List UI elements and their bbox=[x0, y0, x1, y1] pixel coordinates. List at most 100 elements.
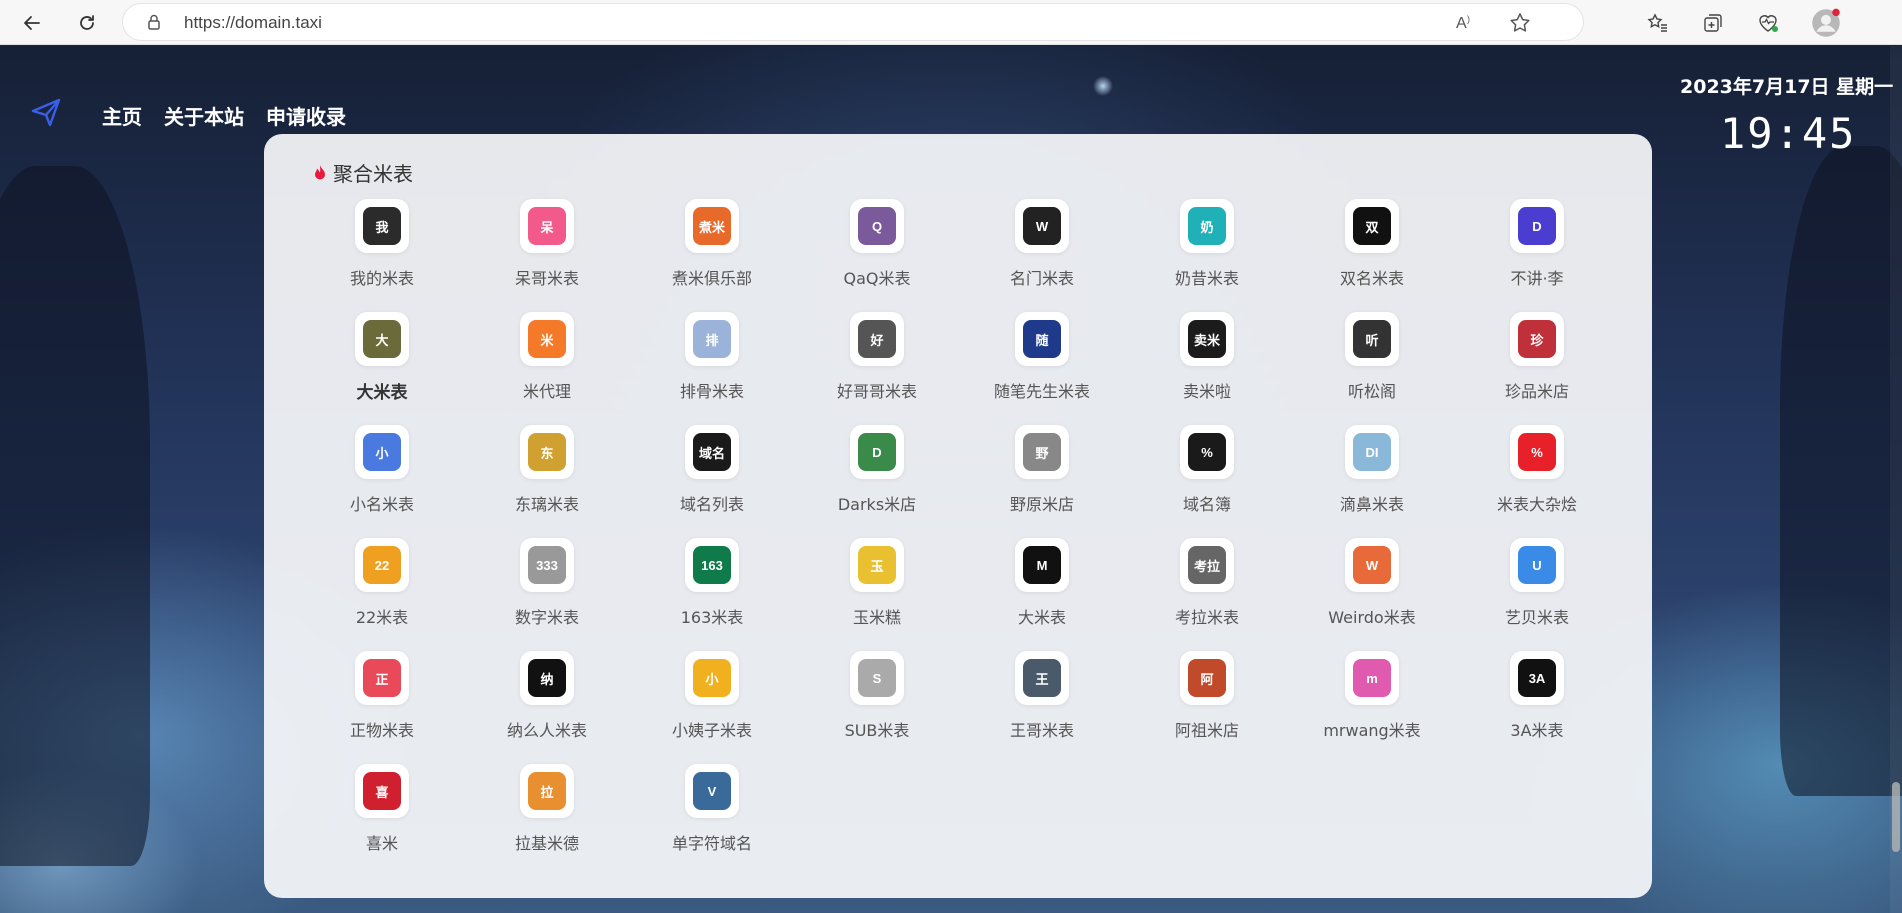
site-logo-icon[interactable]: 呆 bbox=[520, 199, 574, 253]
site-item[interactable]: 纳纳么人米表 bbox=[472, 651, 622, 741]
site-name[interactable]: Weirdo米表 bbox=[1328, 604, 1415, 628]
site-name[interactable]: SUB米表 bbox=[845, 717, 910, 741]
site-logo-icon[interactable]: 阿 bbox=[1180, 651, 1234, 705]
site-name[interactable]: 拉基米德 bbox=[515, 830, 579, 854]
site-name[interactable]: 22米表 bbox=[356, 604, 408, 628]
nav-about-link[interactable]: 关于本站 bbox=[164, 101, 244, 130]
site-name[interactable]: 域名列表 bbox=[680, 491, 744, 515]
site-item[interactable]: % 域名簿 bbox=[1132, 425, 1282, 515]
site-logo-icon[interactable]: W bbox=[1015, 199, 1069, 253]
site-logo-icon[interactable]: 米 bbox=[520, 312, 574, 366]
favorite-star-icon[interactable] bbox=[1508, 11, 1532, 35]
site-item[interactable]: V 单字符域名 bbox=[637, 764, 787, 854]
site-name[interactable]: 大米表 bbox=[1018, 604, 1066, 628]
site-item[interactable]: 玉玉米糕 bbox=[802, 538, 952, 628]
site-item[interactable]: 排排骨米表 bbox=[637, 312, 787, 402]
url-text[interactable]: https://domain.taxi bbox=[184, 13, 322, 33]
site-name[interactable]: 煮米俱乐部 bbox=[672, 265, 752, 289]
site-item[interactable]: 22 22米表 bbox=[307, 538, 457, 628]
site-item[interactable]: 3A 3A米表 bbox=[1462, 651, 1612, 741]
site-logo-icon[interactable]: 随 bbox=[1015, 312, 1069, 366]
nav-home-link[interactable]: 主页 bbox=[102, 101, 142, 130]
site-item[interactable]: 163 163米表 bbox=[637, 538, 787, 628]
site-name[interactable]: 东璃米表 bbox=[515, 491, 579, 515]
site-logo-icon[interactable]: 玉 bbox=[850, 538, 904, 592]
site-item[interactable]: 域名 域名列表 bbox=[637, 425, 787, 515]
site-name[interactable]: 好哥哥米表 bbox=[837, 378, 917, 402]
site-item[interactable]: 正正物米表 bbox=[307, 651, 457, 741]
site-item[interactable]: 阿阿祖米店 bbox=[1132, 651, 1282, 741]
site-item[interactable]: 拉拉基米德 bbox=[472, 764, 622, 854]
site-item[interactable]: 呆呆哥米表 bbox=[472, 199, 622, 289]
browser-essentials-button[interactable] bbox=[1752, 7, 1784, 39]
read-aloud-icon[interactable]: A) bbox=[1455, 10, 1481, 34]
site-logo-icon[interactable]: V bbox=[685, 764, 739, 818]
site-logo-icon[interactable]: Q bbox=[850, 199, 904, 253]
site-name[interactable]: 玉米糕 bbox=[853, 604, 901, 628]
site-logo-icon[interactable]: 拉 bbox=[520, 764, 574, 818]
site-logo-icon[interactable]: 珍 bbox=[1510, 312, 1564, 366]
site-item[interactable]: 考拉 考拉米表 bbox=[1132, 538, 1282, 628]
site-item[interactable]: S SUB米表 bbox=[802, 651, 952, 741]
site-item[interactable]: 我我的米表 bbox=[307, 199, 457, 289]
site-item[interactable]: m mrwang米表 bbox=[1297, 651, 1447, 741]
site-item[interactable]: 双双名米表 bbox=[1297, 199, 1447, 289]
site-item[interactable]: 米米代理 bbox=[472, 312, 622, 402]
lock-icon[interactable] bbox=[145, 13, 163, 31]
site-name[interactable]: 数字米表 bbox=[515, 604, 579, 628]
site-name[interactable]: 163米表 bbox=[681, 604, 744, 628]
profile-button[interactable] bbox=[1810, 7, 1842, 39]
site-item[interactable]: DI 滴鼻米表 bbox=[1297, 425, 1447, 515]
site-name[interactable]: 米代理 bbox=[523, 378, 571, 402]
site-name[interactable]: 双名米表 bbox=[1340, 265, 1404, 289]
site-name[interactable]: 我的米表 bbox=[350, 265, 414, 289]
site-logo-icon[interactable]: W bbox=[1345, 538, 1399, 592]
site-item[interactable]: U 艺贝米表 bbox=[1462, 538, 1612, 628]
site-item[interactable]: D Darks米店 bbox=[802, 425, 952, 515]
site-name[interactable]: 大米表 bbox=[357, 378, 408, 403]
site-name[interactable]: 小姨子米表 bbox=[672, 717, 752, 741]
address-bar[interactable]: https://domain.taxi A) bbox=[123, 4, 1583, 40]
site-name[interactable]: 阿祖米店 bbox=[1175, 717, 1239, 741]
site-logo-icon[interactable]: 排 bbox=[685, 312, 739, 366]
site-logo-icon[interactable]: % bbox=[1180, 425, 1234, 479]
site-name[interactable]: 珍品米店 bbox=[1505, 378, 1569, 402]
site-item[interactable]: 煮米 煮米俱乐部 bbox=[637, 199, 787, 289]
site-item[interactable]: 王王哥米表 bbox=[967, 651, 1117, 741]
site-logo-icon[interactable]: 王 bbox=[1015, 651, 1069, 705]
site-item[interactable]: 333 数字米表 bbox=[472, 538, 622, 628]
site-name[interactable]: QaQ米表 bbox=[844, 265, 911, 289]
site-logo-icon[interactable]: 喜 bbox=[355, 764, 409, 818]
site-item[interactable]: 听听松阁 bbox=[1297, 312, 1447, 402]
collections-button[interactable] bbox=[1697, 7, 1729, 39]
site-name[interactable]: 纳么人米表 bbox=[507, 717, 587, 741]
site-item[interactable]: Q QaQ米表 bbox=[802, 199, 952, 289]
site-logo-icon[interactable]: 333 bbox=[520, 538, 574, 592]
site-item[interactable]: 珍珍品米店 bbox=[1462, 312, 1612, 402]
site-logo-icon[interactable]: 双 bbox=[1345, 199, 1399, 253]
site-name[interactable]: 听松阁 bbox=[1348, 378, 1396, 402]
scrollbar-thumb[interactable] bbox=[1892, 782, 1900, 852]
site-logo-icon[interactable]: 22 bbox=[355, 538, 409, 592]
site-name[interactable]: 卖米啦 bbox=[1183, 378, 1231, 402]
site-item[interactable]: D 不讲·李 bbox=[1462, 199, 1612, 289]
site-logo-icon[interactable]: S bbox=[850, 651, 904, 705]
site-name[interactable]: 喜米 bbox=[366, 830, 398, 854]
site-logo-icon[interactable]: U bbox=[1510, 538, 1564, 592]
site-name[interactable]: 米表大杂烩 bbox=[1497, 491, 1577, 515]
site-logo-icon[interactable]: % bbox=[1510, 425, 1564, 479]
site-name[interactable]: 呆哥米表 bbox=[515, 265, 579, 289]
site-item[interactable]: 野野原米店 bbox=[967, 425, 1117, 515]
site-name[interactable]: 野原米店 bbox=[1010, 491, 1074, 515]
site-name[interactable]: 3A米表 bbox=[1510, 717, 1563, 741]
site-item[interactable]: 东东璃米表 bbox=[472, 425, 622, 515]
site-name[interactable]: mrwang米表 bbox=[1323, 717, 1420, 741]
site-logo-icon[interactable]: m bbox=[1345, 651, 1399, 705]
site-item[interactable]: W 名门米表 bbox=[967, 199, 1117, 289]
site-item[interactable]: 奶奶昔米表 bbox=[1132, 199, 1282, 289]
site-logo-icon[interactable]: 小 bbox=[355, 425, 409, 479]
site-logo-icon[interactable]: DI bbox=[1345, 425, 1399, 479]
site-item[interactable]: 小小姨子米表 bbox=[637, 651, 787, 741]
site-name[interactable]: 域名簿 bbox=[1183, 491, 1231, 515]
reload-button[interactable] bbox=[70, 6, 104, 40]
